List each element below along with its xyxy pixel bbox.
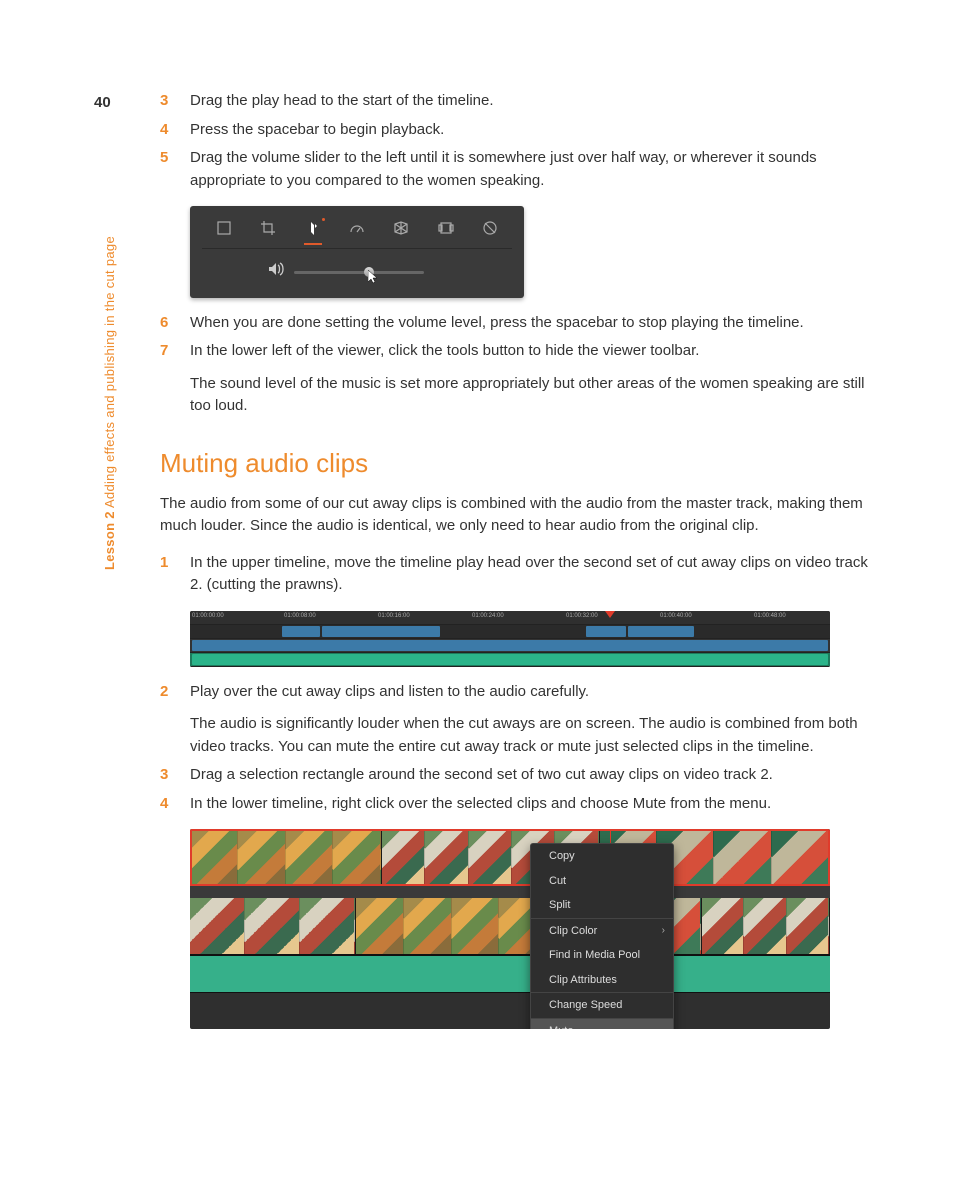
audio-icon[interactable] <box>304 219 322 237</box>
step-number: 5 <box>160 147 168 170</box>
camera-icon[interactable] <box>392 219 410 237</box>
step-list-a: 3 Drag the play head to the start of the … <box>160 90 874 192</box>
step-number: 2 <box>160 681 168 704</box>
step-number: 3 <box>160 90 168 113</box>
step-number: 1 <box>160 552 168 575</box>
video-clip[interactable] <box>190 829 382 885</box>
crop-icon[interactable] <box>259 219 277 237</box>
section-heading: Muting audio clips <box>160 444 874 483</box>
step-list-d: 2 Play over the cut away clips and listen… <box>160 681 874 816</box>
figure-upper-timeline: 01:00:00:00 01:00:08:00 01:00:16:00 01:0… <box>190 611 874 667</box>
lens-icon[interactable] <box>481 219 499 237</box>
step-follow: The audio is significantly louder when t… <box>190 713 874 758</box>
track-gap <box>190 886 830 898</box>
step-item: 3 Drag the play head to the start of the … <box>160 90 874 113</box>
step-text: In the lower timeline, right click over … <box>190 795 771 812</box>
menu-item-label: Clip Color <box>549 925 597 937</box>
figure-lower-timeline: Copy Cut Split Clip Color › Find in Media… <box>190 829 874 1029</box>
lesson-label: Lesson 2 Adding effects and publishing i… <box>100 236 120 570</box>
step-text: In the upper timeline, move the timeline… <box>190 554 868 594</box>
transform-icon[interactable] <box>215 219 233 237</box>
step-item: 7 In the lower left of the viewer, click … <box>160 340 874 418</box>
video-clip[interactable] <box>702 898 830 954</box>
step-number: 4 <box>160 793 168 816</box>
step-text: In the lower left of the viewer, click t… <box>190 342 699 359</box>
audio-track-1[interactable] <box>190 653 830 667</box>
menu-item-split[interactable]: Split <box>531 893 673 918</box>
ruler-tick: 01:00:00:00 <box>192 612 224 621</box>
video-track-2[interactable] <box>190 625 830 639</box>
page-number: 40 <box>94 92 111 115</box>
menu-item-clip-color[interactable]: Clip Color › <box>531 918 673 944</box>
video-clip[interactable] <box>282 626 320 637</box>
step-number: 3 <box>160 764 168 787</box>
step-text: Drag the volume slider to the left until… <box>190 149 817 189</box>
stabilize-icon[interactable] <box>437 219 455 237</box>
video-clip[interactable] <box>586 626 626 637</box>
ruler-tick: 01:00:24:00 <box>472 612 504 621</box>
speed-icon[interactable] <box>348 219 366 237</box>
menu-item-change-speed[interactable]: Change Speed <box>531 992 673 1018</box>
step-item: 4 Press the spacebar to begin playback. <box>160 119 874 142</box>
step-text: Press the spacebar to begin playback. <box>190 121 444 138</box>
step-item: 6 When you are done setting the volume le… <box>160 312 874 335</box>
step-number: 7 <box>160 340 168 363</box>
upper-timeline[interactable]: 01:00:00:00 01:00:08:00 01:00:16:00 01:0… <box>190 611 830 667</box>
video-track-1[interactable] <box>190 898 830 955</box>
ruler-tick: 01:00:08:00 <box>284 612 316 621</box>
volume-row <box>202 249 512 284</box>
audio-track-2[interactable] <box>190 992 830 1005</box>
ruler-tick: 01:00:40:00 <box>660 612 692 621</box>
cursor-icon <box>368 269 380 292</box>
video-clip[interactable] <box>322 626 440 637</box>
ruler-tick: 01:00:48:00 <box>754 612 786 621</box>
step-follow: The sound level of the music is set more… <box>190 373 874 418</box>
ruler-tick: 01:00:32:00 <box>566 612 598 621</box>
video-track-1[interactable] <box>190 639 830 653</box>
toolbar-tabs <box>202 214 512 249</box>
menu-item-clip-attributes[interactable]: Clip Attributes <box>531 968 673 993</box>
figure-toolbar <box>190 206 874 298</box>
menu-item-copy[interactable]: Copy <box>531 844 673 869</box>
lower-timeline[interactable]: Copy Cut Split Clip Color › Find in Media… <box>190 829 830 1029</box>
step-text: Play over the cut away clips and listen … <box>190 683 589 700</box>
step-item: 2 Play over the cut away clips and listen… <box>160 681 874 759</box>
section-intro: The audio from some of our cut away clip… <box>160 493 874 538</box>
ruler-tick: 01:00:16:00 <box>378 612 410 621</box>
step-list-b: 6 When you are done setting the volume le… <box>160 312 874 418</box>
step-text: Drag the play head to the start of the t… <box>190 92 494 109</box>
video-clip[interactable] <box>628 626 694 637</box>
step-number: 4 <box>160 119 168 142</box>
lesson-label-rest: Adding effects and publishing in the cut… <box>102 236 117 511</box>
speaker-icon[interactable] <box>268 261 284 284</box>
context-menu[interactable]: Copy Cut Split Clip Color › Find in Media… <box>530 843 674 1029</box>
lesson-label-bold: Lesson 2 <box>102 511 117 570</box>
step-text: Drag a selection rectangle around the se… <box>190 766 773 783</box>
step-item: 5 Drag the volume slider to the left unti… <box>160 147 874 192</box>
menu-item-find-in-media-pool[interactable]: Find in Media Pool <box>531 943 673 968</box>
menu-item-cut[interactable]: Cut <box>531 869 673 894</box>
step-text: When you are done setting the volume lev… <box>190 314 804 331</box>
video-clip[interactable] <box>192 640 828 651</box>
step-item: 4 In the lower timeline, right click over… <box>160 793 874 816</box>
step-item: 3 Drag a selection rectangle around the s… <box>160 764 874 787</box>
step-list-c: 1 In the upper timeline, move the timelin… <box>160 552 874 597</box>
video-clip[interactable] <box>190 898 356 954</box>
volume-slider[interactable] <box>294 271 424 274</box>
video-clip[interactable] <box>356 898 548 954</box>
playhead-icon[interactable] <box>604 611 616 624</box>
audio-clip[interactable] <box>192 654 828 665</box>
viewer-toolbar <box>190 206 524 298</box>
step-item: 1 In the upper timeline, move the timelin… <box>160 552 874 597</box>
audio-track-1[interactable] <box>190 955 830 992</box>
step-number: 6 <box>160 312 168 335</box>
chevron-right-icon: › <box>662 923 665 938</box>
timeline-ruler[interactable]: 01:00:00:00 01:00:08:00 01:00:16:00 01:0… <box>190 611 830 625</box>
video-track-2[interactable] <box>190 829 830 886</box>
menu-item-mute[interactable]: Mute <box>531 1018 673 1030</box>
